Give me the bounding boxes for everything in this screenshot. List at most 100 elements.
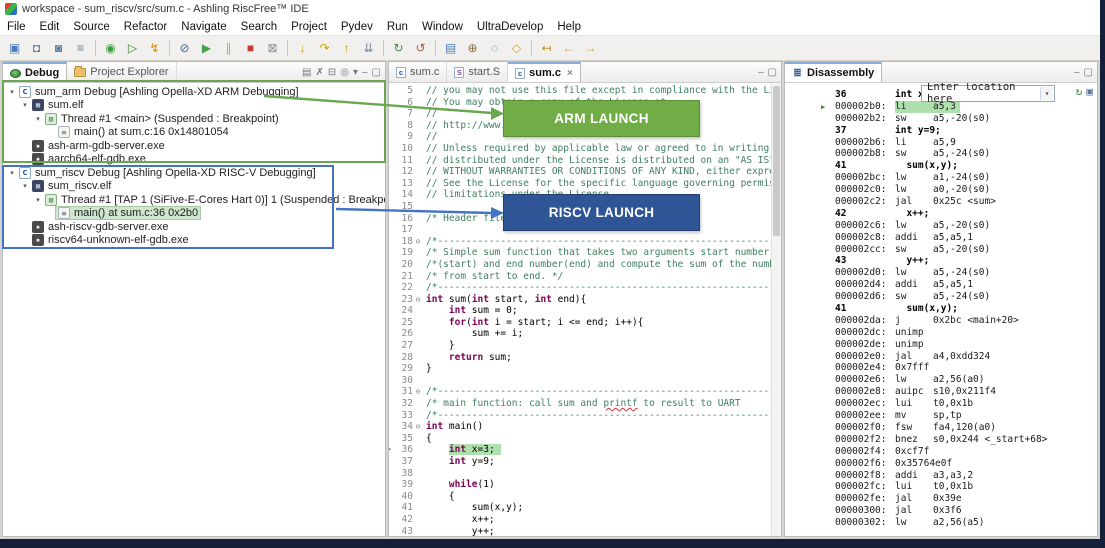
build-button[interactable]: ⊕: [462, 38, 483, 58]
minimize-icon[interactable]: –: [758, 67, 764, 78]
editor-line[interactable]: 12 // WITHOUT WARRANTIES OR CONDITIONS OF…: [389, 166, 781, 178]
step-over-button[interactable]: ↷: [314, 38, 335, 58]
editor-line[interactable]: 11 // distributed under the License is di…: [389, 155, 781, 167]
location-input[interactable]: Enter location here ▾: [921, 83, 1055, 104]
editor-line[interactable]: 20 /*(start) and end number(end) and comp…: [389, 259, 781, 271]
skip-breakpoints-button[interactable]: ⊘: [174, 38, 195, 58]
debug-tree-item[interactable]: ▪ ash-riscv-gdb-server.exe: [3, 220, 385, 234]
editor-line[interactable]: 30: [389, 375, 781, 387]
search-button[interactable]: ◌: [484, 38, 505, 58]
editor-tab-start-S[interactable]: Sstart.S: [447, 62, 509, 82]
disassembly-instruction-row[interactable]: 000002fe: jal 0x39e: [785, 493, 1097, 505]
disassembly-instruction-row[interactable]: 000002f8: addi a3,a3,2: [785, 470, 1097, 482]
minimize-icon[interactable]: –: [1074, 67, 1080, 78]
instruction-stepping-button[interactable]: ⇊: [358, 38, 379, 58]
disassembly-instruction-row[interactable]: 000002de: unimp: [785, 339, 1097, 351]
editor-line[interactable]: 27 }: [389, 340, 781, 352]
suspend-button[interactable]: ∥: [218, 38, 239, 58]
editor-line[interactable]: 38: [389, 468, 781, 480]
debug-tree-item[interactable]: ▾ ▥ Thread #1 [TAP 1 (SiFive-E-Cores Hart …: [3, 193, 385, 207]
disassembly-instruction-row[interactable]: 000002d6: sw a5,-24(s0): [785, 291, 1097, 303]
restart-button[interactable]: ↻: [388, 38, 409, 58]
editor-line[interactable]: 39 while(1): [389, 479, 781, 491]
open-element-button[interactable]: ◇: [506, 38, 527, 58]
editor-line[interactable]: 10 // Unless required by applicable law o…: [389, 143, 781, 155]
flash-programmer-button[interactable]: ↯: [144, 38, 165, 58]
disassembly-source-row[interactable]: 42 x++;: [785, 208, 1097, 220]
tab-debug[interactable]: Debug: [3, 62, 68, 82]
editor-line[interactable]: 31 ⊖/*-----------------------------------…: [389, 386, 781, 398]
maximize-icon[interactable]: ▢: [372, 67, 381, 78]
disassembly-instruction-row[interactable]: 000002b8: sw a5,-24(s0): [785, 148, 1097, 160]
expander-icon[interactable]: ▾: [20, 182, 30, 190]
fold-collapse-icon[interactable]: ⊖: [413, 294, 423, 306]
disassembly-instruction-row[interactable]: 000002e4: 0x7fff: [785, 362, 1097, 374]
reset-button[interactable]: ↺: [410, 38, 431, 58]
editor-line[interactable]: 26 sum += i;: [389, 328, 781, 340]
last-edit-location-button[interactable]: ↤: [536, 38, 557, 58]
editor-line[interactable]: 35 {: [389, 433, 781, 445]
disassembly-instruction-row[interactable]: 000002ec: lui t0,0x1b: [785, 398, 1097, 410]
menu-file[interactable]: File: [0, 18, 33, 35]
editor-line[interactable]: 18 ⊖/*-----------------------------------…: [389, 236, 781, 248]
disassembly-instruction-row[interactable]: 000002e0: jal a4,0xdd324: [785, 351, 1097, 363]
editor-line[interactable]: 34 ⊖ int main(): [389, 421, 781, 433]
menu-search[interactable]: Search: [234, 18, 284, 35]
editor-line[interactable]: 5 // you may not use this file except in …: [389, 85, 781, 97]
debug-tree-item[interactable]: ▪ ash-arm-gdb-server.exe: [3, 139, 385, 153]
editor-line[interactable]: 28 return sum;: [389, 352, 781, 364]
new-button[interactable]: ▣: [4, 38, 25, 58]
menu-refactor[interactable]: Refactor: [117, 18, 174, 35]
menu-run[interactable]: Run: [380, 18, 415, 35]
disassembly-instruction-row[interactable]: 00000300: jal 0x3f6: [785, 505, 1097, 517]
scrollbar-thumb[interactable]: [773, 86, 780, 236]
disassembly-instruction-row[interactable]: 000002d0: lw a5,-24(s0): [785, 267, 1097, 279]
debug-tree-item[interactable]: ≡ main() at sum.c:36 0x2b0: [3, 206, 385, 221]
disassembly-instruction-row[interactable]: 000002c6: lw a5,-20(s0): [785, 220, 1097, 232]
link-with-active-context-icon[interactable]: ▣: [1086, 86, 1093, 98]
expander-icon[interactable]: ▾: [7, 88, 17, 96]
expander-icon[interactable]: ▾: [33, 196, 43, 204]
editor-tab-sum-c[interactable]: c sum.c ×: [508, 62, 581, 82]
view-menu-icon[interactable]: ▾: [353, 67, 358, 78]
collapse-all-icon[interactable]: ⊟: [328, 67, 336, 78]
editor-line[interactable]: 19 /* Simple sum function that takes two …: [389, 247, 781, 259]
save-button[interactable]: ◘: [26, 38, 47, 58]
maximize-icon[interactable]: ▢: [1084, 67, 1093, 78]
show-type-names-icon[interactable]: ▤: [302, 67, 311, 78]
debug-button[interactable]: ◉: [100, 38, 121, 58]
maximize-icon[interactable]: ▢: [768, 67, 777, 78]
menu-ultradevelop[interactable]: UltraDevelop: [470, 18, 550, 35]
pin-view-icon[interactable]: ◎: [340, 67, 349, 78]
menu-project[interactable]: Project: [284, 18, 334, 35]
disassembly-source-row[interactable]: 41 sum(x,y);: [785, 303, 1097, 315]
disassembly-instruction-row[interactable]: 00000302: lw a2,56(a5): [785, 517, 1097, 529]
disassembly-instruction-row[interactable]: 000002c2: jal 0x25c <sum>: [785, 196, 1097, 208]
disassembly-instruction-row[interactable]: 000002dc: unimp: [785, 327, 1097, 339]
tab-project-explorer[interactable]: Project Explorer: [67, 62, 177, 82]
fold-collapse-icon[interactable]: ⊖: [413, 386, 423, 398]
menu-pydev[interactable]: Pydev: [334, 18, 380, 35]
disassembly-content[interactable]: Enter location here ▾ ↻ ▣ 36 int x=3; ▶ 0000…: [785, 83, 1097, 536]
run-button[interactable]: ▷: [122, 38, 143, 58]
disassembly-instruction-row[interactable]: 000002f4: 0xcf7f: [785, 446, 1097, 458]
debug-tree-item[interactable]: ▾ c sum_arm Debug [Ashling Opella-XD ARM D…: [3, 85, 385, 99]
editor-line[interactable]: 33 /*------------------------------------…: [389, 410, 781, 422]
disassembly-source-row[interactable]: 37 int y=9;: [785, 125, 1097, 137]
debug-tree-item[interactable]: ▪ riscv64-unknown-elf-gdb.exe: [3, 234, 385, 248]
code-editor[interactable]: 5 // you may not use this file except in …: [389, 83, 781, 536]
tab-disassembly[interactable]: ≣ Disassembly: [785, 62, 883, 82]
disassembly-instruction-row[interactable]: 000002ee: mv sp,tp: [785, 410, 1097, 422]
disassembly-instruction-row[interactable]: 000002f0: fsw fa4,120(a0): [785, 422, 1097, 434]
editor-line[interactable]: 40 {: [389, 491, 781, 503]
editor-line[interactable]: 43 y++;: [389, 526, 781, 536]
fold-collapse-icon[interactable]: ⊖: [413, 421, 423, 433]
editor-line[interactable]: 41 sum(x,y);: [389, 502, 781, 514]
step-into-button[interactable]: ↓: [292, 38, 313, 58]
expander-icon[interactable]: ▾: [7, 169, 17, 177]
disassembly-instruction-row[interactable]: 000002da: j 0x2bc <main+20>: [785, 315, 1097, 327]
step-return-button[interactable]: ↑: [336, 38, 357, 58]
chevron-down-icon[interactable]: ▾: [1040, 87, 1053, 100]
disassembly-instruction-row[interactable]: 000002cc: sw a5,-20(s0): [785, 244, 1097, 256]
editor-line[interactable]: 37 int y=9;: [389, 456, 781, 468]
